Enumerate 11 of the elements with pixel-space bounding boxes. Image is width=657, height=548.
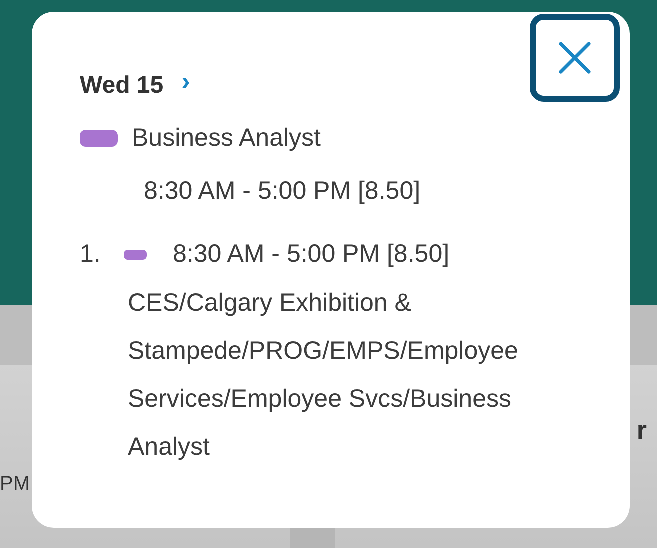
cell-text: PM: [0, 473, 30, 496]
shift-time: 8:30 AM - 5:00 PM [8.50]: [144, 177, 422, 206]
date-title: Wed 15: [80, 72, 164, 100]
next-link[interactable]: ›: [182, 68, 190, 94]
list-number: 1.: [80, 240, 102, 269]
shift-time: 8:30 AM - 5:00 PM [8.50]: [173, 240, 450, 269]
close-button[interactable]: [530, 14, 620, 102]
position-title: Business Analyst: [132, 124, 321, 153]
org-path: CES/Calgary Exhibition & Stampede/PROG/EMPS/Employee Services/Employee Svcs/Business Analyst: [128, 288, 520, 463]
cell-text: r: [636, 415, 647, 446]
close-icon: [558, 41, 592, 75]
